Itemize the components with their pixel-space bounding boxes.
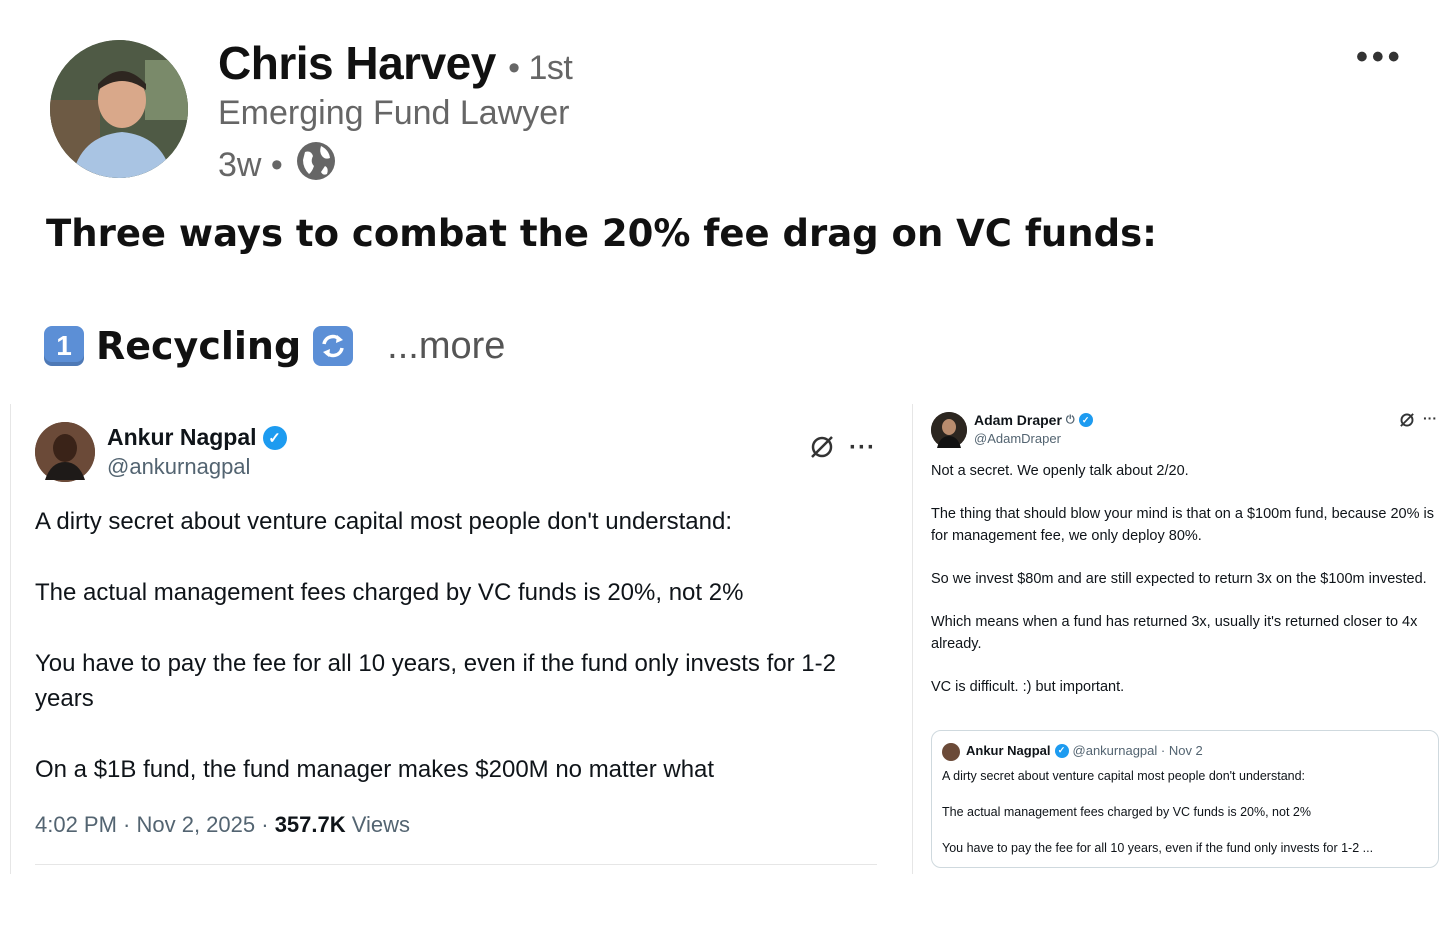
verified-badge-icon: ✓ bbox=[1054, 743, 1069, 758]
tweet-paragraph: The thing that should blow your mind is … bbox=[931, 506, 1434, 544]
tweet-paragraph: Which means when a fund has returned 3x,… bbox=[931, 614, 1418, 652]
tweet-paragraph: Not a secret. We openly talk about 2/20. bbox=[931, 463, 1189, 479]
see-more-link[interactable]: ...more bbox=[387, 325, 505, 368]
author-headline: Emerging Fund Lawyer bbox=[218, 94, 570, 132]
post-headline: Three ways to combat the 20% fee drag on… bbox=[46, 212, 1157, 255]
tweet-card-right: Adam Draper ⏻ ✓ @AdamDraper ··· Not a se… bbox=[912, 404, 1453, 874]
tweet-more-icon[interactable]: ··· bbox=[849, 434, 876, 462]
tweet-paragraph: On a $1B fund, the fund manager makes $2… bbox=[35, 756, 715, 783]
quoted-header: Ankur Nagpal ✓ @ankurnagpal · Nov 2 bbox=[966, 743, 1203, 758]
tweet-paragraph: So we invest $80m and are still expected… bbox=[931, 571, 1427, 587]
tweet-paragraph: The actual management fees charged by VC… bbox=[35, 579, 744, 606]
tweet-card-left: Ankur Nagpal ✓ @ankurnagpal ··· A dirty … bbox=[10, 404, 901, 874]
tweet-paragraph: A dirty secret about venture capital mos… bbox=[35, 508, 733, 535]
more-horizontal-icon[interactable]: ••• bbox=[1356, 38, 1404, 77]
tweet-text: Not a secret. We openly talk about 2/20.… bbox=[931, 460, 1443, 719]
tweet-paragraph: VC is difficult. :) but important. bbox=[931, 679, 1125, 695]
author-name-text[interactable]: Chris Harvey bbox=[218, 37, 496, 89]
quoted-line: The actual management fees charged by VC… bbox=[942, 805, 1311, 819]
tweet-handle[interactable]: @ankurnagpal bbox=[107, 454, 250, 480]
tweet-avatar[interactable] bbox=[35, 422, 95, 482]
tweet-avatar[interactable] bbox=[931, 412, 967, 448]
tweet-timestamp[interactable]: 4:02 PM · Nov 2, 2025 · bbox=[35, 812, 269, 837]
quoted-line: You have to pay the fee for all 10 years… bbox=[942, 841, 1374, 855]
tweet-author-name[interactable]: Adam Draper bbox=[974, 412, 1062, 428]
quoted-author-name: Ankur Nagpal bbox=[966, 743, 1051, 758]
tweet-meta: 4:02 PM · Nov 2, 2025 · 357.7K Views bbox=[35, 812, 410, 838]
post-list-item: 1 Recycling ...more bbox=[44, 324, 505, 368]
tweet-more-icon[interactable]: ··· bbox=[1423, 410, 1437, 426]
verified-badge-icon: ✓ bbox=[262, 425, 287, 450]
tweet-author[interactable]: Adam Draper ⏻ ✓ bbox=[974, 412, 1093, 428]
tweet-text: A dirty secret about venture capital mos… bbox=[35, 504, 875, 823]
connection-degree: • 1st bbox=[508, 49, 573, 87]
tweet-views-label: Views bbox=[351, 812, 411, 837]
author-name[interactable]: Chris Harvey • 1st bbox=[218, 36, 573, 90]
quoted-tweet[interactable]: Ankur Nagpal ✓ @ankurnagpal · Nov 2 A di… bbox=[931, 730, 1439, 868]
cycle-arrows-icon bbox=[313, 326, 354, 366]
tweet-author[interactable]: Ankur Nagpal ✓ bbox=[107, 424, 287, 451]
quoted-line: A dirty secret about venture capital mos… bbox=[942, 769, 1306, 783]
tweet-author-name[interactable]: Ankur Nagpal bbox=[107, 424, 257, 451]
tweet-handle[interactable]: @AdamDraper bbox=[974, 431, 1061, 446]
quoted-handle-date: @ankurnagpal · Nov 2 bbox=[1072, 743, 1203, 758]
verified-badge-icon: ✓ bbox=[1078, 413, 1093, 427]
author-avatar[interactable] bbox=[50, 40, 188, 178]
grok-icon[interactable] bbox=[1399, 412, 1415, 431]
list-item-label: Recycling bbox=[96, 324, 302, 368]
divider bbox=[35, 864, 877, 865]
quoted-text: A dirty secret about venture capital mos… bbox=[942, 767, 1432, 875]
tweet-views-count: 357.7K bbox=[274, 812, 346, 837]
grok-icon[interactable] bbox=[809, 434, 835, 467]
keycap-one-icon: 1 bbox=[44, 326, 84, 366]
quoted-avatar bbox=[942, 743, 960, 761]
globe-icon bbox=[295, 140, 337, 191]
post-age: 3w • bbox=[218, 146, 283, 184]
power-icon: ⏻ bbox=[1065, 413, 1075, 426]
post-meta: 3w • bbox=[218, 140, 337, 191]
tweet-paragraph: You have to pay the fee for all 10 years… bbox=[35, 650, 836, 712]
